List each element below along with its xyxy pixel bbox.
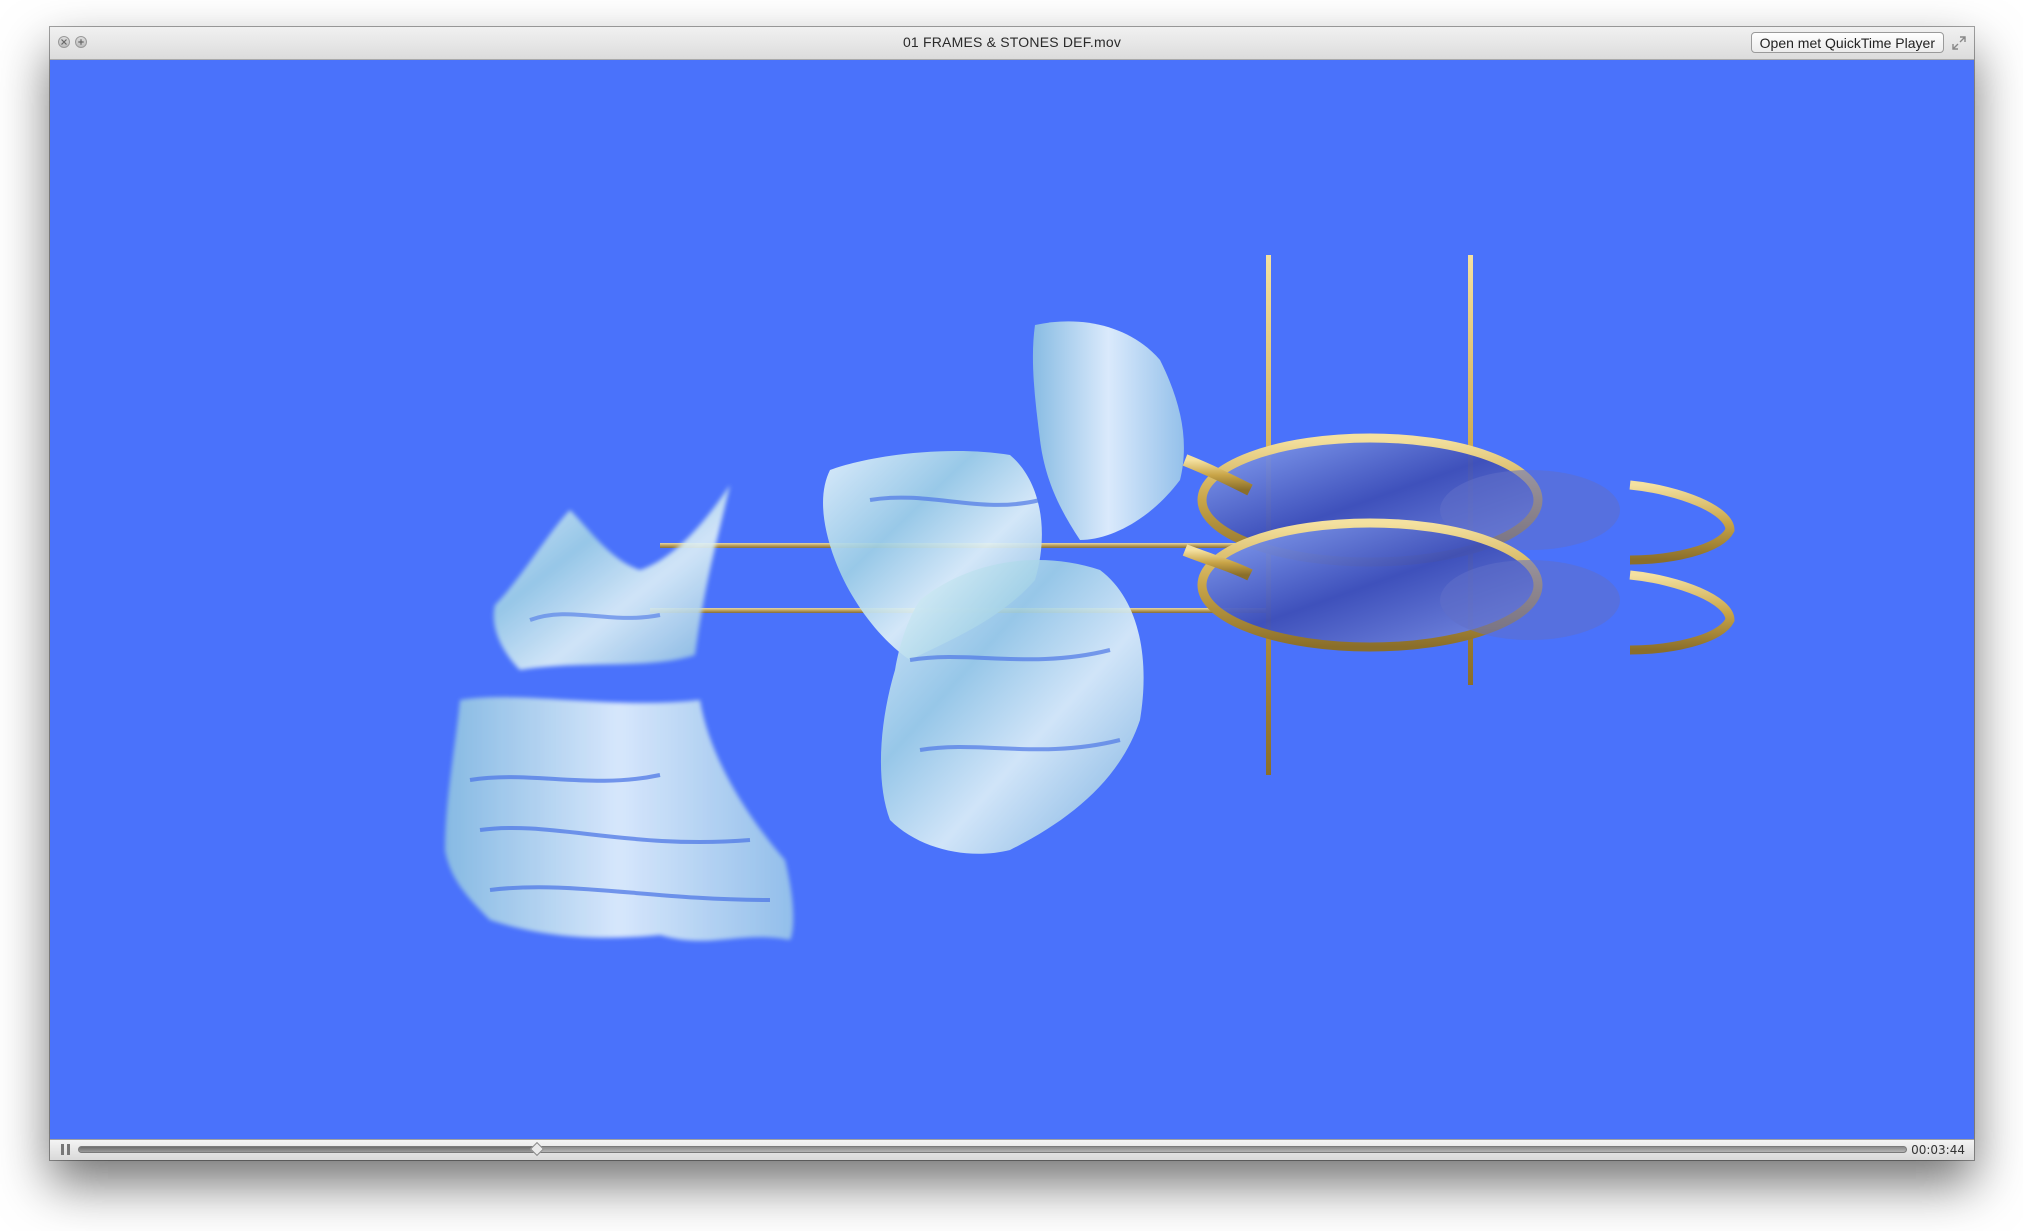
scrubber-track[interactable] <box>78 1141 1907 1157</box>
scrubber-playhead[interactable] <box>529 1141 544 1157</box>
quicklook-window: 01 FRAMES & STONES DEF.mov Open met Quic… <box>50 27 1974 1160</box>
fullscreen-icon[interactable] <box>1951 35 1967 51</box>
pause-icon[interactable] <box>61 1144 71 1155</box>
window-title: 01 FRAMES & STONES DEF.mov <box>902 34 1122 50</box>
open-with-quicktime-button[interactable]: Open met QuickTime Player <box>1750 32 1944 53</box>
video-content-image <box>445 255 1735 941</box>
playback-control-bar: 00:03:44 <box>50 1139 1974 1160</box>
elapsed-time: 00:03:44 <box>1911 1143 1965 1157</box>
scrubber-progress <box>79 1147 536 1152</box>
video-frame[interactable] <box>50 60 1974 1140</box>
title-bar: 01 FRAMES & STONES DEF.mov Open met Quic… <box>50 27 1974 60</box>
